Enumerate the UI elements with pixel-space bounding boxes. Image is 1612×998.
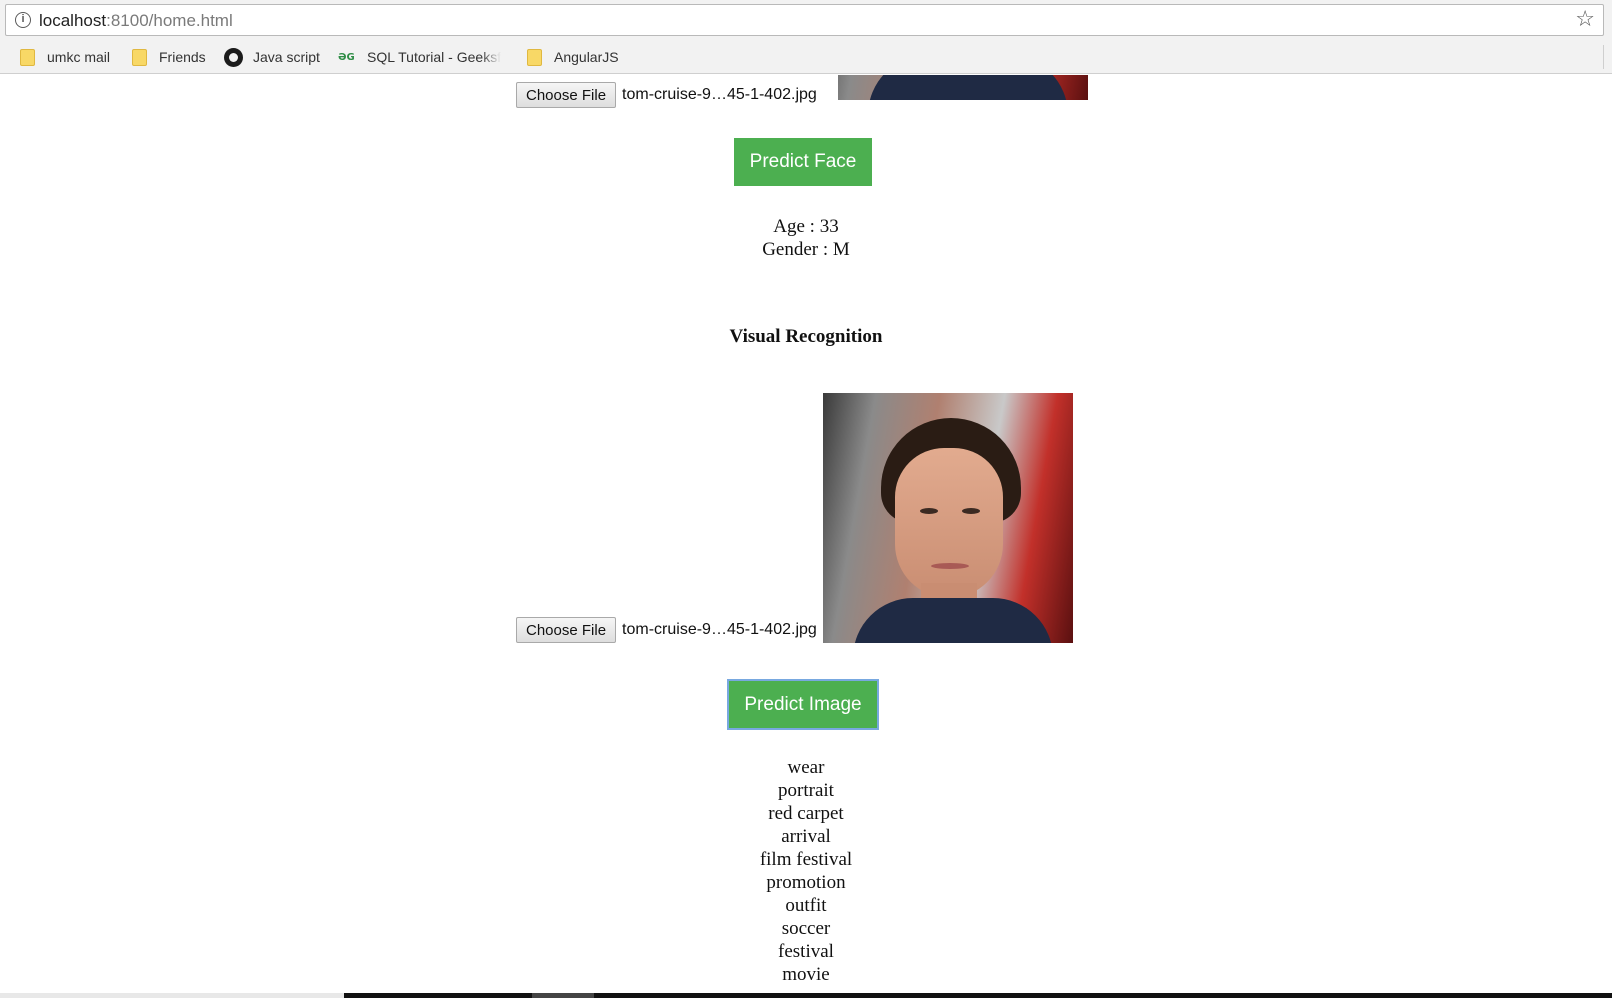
url-path: :8100/home.html xyxy=(106,11,233,30)
bookmark-friends[interactable]: Friends xyxy=(132,46,206,68)
bookmark-java-script[interactable]: Java script xyxy=(224,46,320,68)
recognition-label: movie xyxy=(782,964,830,985)
visual-preview-image xyxy=(822,393,1073,643)
predict-face-button[interactable]: Predict Face xyxy=(734,138,872,186)
recognition-label: soccer xyxy=(781,918,831,939)
predict-image-button[interactable]: Predict Image xyxy=(727,679,879,730)
recognition-label: promotion xyxy=(766,872,846,893)
recognition-label: portrait xyxy=(778,780,834,801)
bookmarks-separator xyxy=(1603,45,1604,69)
address-bar[interactable]: i localhost:8100/home.html ☆ xyxy=(5,4,1604,36)
bookmark-label: Friends xyxy=(159,49,206,65)
info-icon[interactable]: i xyxy=(15,12,31,28)
github-icon xyxy=(224,47,243,67)
taskbar-highlight xyxy=(532,993,594,998)
face-preview-image xyxy=(838,75,1088,100)
face-file-name: tom-cruise-9…45-1-402.jpg xyxy=(622,86,817,103)
folder-icon xyxy=(20,48,35,66)
visual-recognition-heading: Visual Recognition xyxy=(729,326,883,347)
horizontal-scrollbar[interactable] xyxy=(0,993,1612,998)
folder-icon xyxy=(527,48,542,66)
browser-toolbar: i localhost:8100/home.html ☆ xyxy=(0,0,1612,40)
bookmark-label: AngularJS xyxy=(554,49,619,65)
visual-file-name: tom-cruise-9…45-1-402.jpg xyxy=(622,621,817,638)
recognition-label: outfit xyxy=(785,895,827,916)
face-file-input: Choose File tom-cruise-9…45-1-402.jpg xyxy=(516,82,823,108)
recognition-label: wear xyxy=(787,757,825,778)
visual-file-input: Choose File tom-cruise-9…45-1-402.jpg xyxy=(516,393,1073,643)
bookmark-sql-tutorial[interactable]: ƏG SQL Tutorial - Geeksf xyxy=(338,46,501,68)
bookmark-label: umkc mail xyxy=(47,49,111,65)
bookmark-umkc-mail[interactable]: umkc mail xyxy=(20,46,110,68)
visual-choose-file-button[interactable]: Choose File xyxy=(516,617,617,643)
bookmark-label: Java script xyxy=(253,49,320,65)
recognition-label: arrival xyxy=(781,826,831,847)
url-host: localhost xyxy=(39,11,107,30)
page-content: Choose File tom-cruise-9…45-1-402.jpg Pr… xyxy=(0,75,1612,993)
recognition-label: red carpet xyxy=(768,803,844,824)
age-result: Age : 33 xyxy=(773,216,839,237)
recognition-labels-list: wear portrait red carpet arrival film fe… xyxy=(0,756,1612,986)
folder-icon xyxy=(132,48,147,66)
recognition-label: festival xyxy=(778,941,834,962)
bookmark-star-icon[interactable]: ☆ xyxy=(1575,8,1595,32)
gender-result: Gender : M xyxy=(762,239,850,260)
geeksforgeeks-icon: ƏG xyxy=(338,51,355,63)
url-text[interactable]: localhost:8100/home.html xyxy=(39,11,233,31)
recognition-label: film festival xyxy=(759,849,853,870)
bookmark-label: SQL Tutorial - Geeksf xyxy=(367,49,502,65)
bookmarks-bar: umkc mail Friends Java script ƏG SQL Tut… xyxy=(0,40,1612,74)
face-choose-file-button[interactable]: Choose File xyxy=(516,82,617,108)
bookmark-angularjs[interactable]: AngularJS xyxy=(527,46,619,68)
